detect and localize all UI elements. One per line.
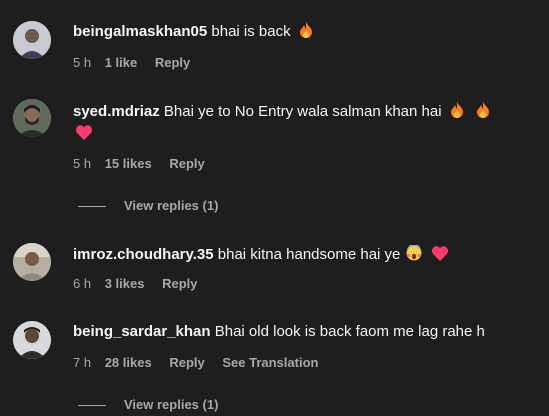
avatar[interactable] [13, 99, 51, 137]
comment-text-line: beingalmaskhan05 bhai is back [73, 22, 313, 44]
comment-meta: 5 h 1 like Reply [73, 55, 204, 71]
view-replies-label: View replies (1) [124, 397, 219, 412]
avatar[interactable] [13, 321, 51, 359]
heart-emoji-icon [431, 246, 448, 267]
comment-time: 6 h [73, 276, 92, 291]
comment-text-line-2 [73, 124, 92, 146]
divider-line [78, 206, 106, 208]
comment-text-line: imroz.choudhary.35 bhai kitna handsome h… [73, 244, 448, 267]
divider-line [78, 405, 106, 407]
comment-meta: 7 h 28 likes Reply See Translation [73, 355, 332, 371]
comment-text: Bhai old look is back faom me lag rahe h [214, 323, 485, 340]
heart-emoji-icon [76, 125, 92, 146]
reply-button[interactable]: Reply [169, 355, 204, 370]
comment-meta: 6 h 3 likes Reply [73, 276, 212, 292]
comment-time: 5 h [73, 156, 92, 171]
comment-username[interactable]: beingalmaskhan05 [73, 23, 207, 40]
likes-count[interactable]: 1 like [105, 55, 138, 70]
avatar[interactable] [13, 21, 51, 59]
reply-button[interactable]: Reply [155, 55, 190, 70]
view-replies-button[interactable]: View replies (1) [78, 397, 218, 413]
reply-button[interactable]: Reply [162, 276, 197, 291]
comment-meta: 5 h 15 likes Reply [73, 156, 219, 172]
view-replies-button[interactable]: View replies (1) [78, 198, 218, 214]
likes-count[interactable]: 15 likes [105, 156, 152, 171]
likes-count[interactable]: 28 likes [105, 355, 152, 370]
comment-time: 5 h [73, 55, 92, 70]
comment-text: bhai is back [211, 23, 291, 40]
comment-text-line: being_sardar_khan Bhai old look is back … [73, 322, 485, 342]
fire-emoji-icon [299, 22, 313, 44]
comment-username[interactable]: imroz.choudhary.35 [73, 246, 214, 263]
comment-username[interactable]: being_sardar_khan [73, 323, 211, 340]
avatar[interactable] [13, 243, 51, 281]
view-replies-label: View replies (1) [124, 198, 219, 213]
comment-username[interactable]: syed.mdriaz [73, 103, 160, 120]
comment-time: 7 h [73, 355, 92, 370]
likes-count[interactable]: 3 likes [105, 276, 145, 291]
reply-button[interactable]: Reply [169, 156, 204, 171]
see-translation-button[interactable]: See Translation [222, 355, 318, 370]
comment-text-line: syed.mdriaz Bhai ye to No Entry wala sal… [73, 102, 490, 124]
comments-list: beingalmaskhan05 bhai is back 5 h 1 like… [0, 0, 549, 416]
fire-emoji-icon [476, 102, 490, 124]
comment-text: Bhai ye to No Entry wala salman khan hai [163, 103, 442, 120]
comment-text: bhai kitna handsome hai ye [217, 246, 401, 263]
face-screaming-emoji-icon [406, 244, 422, 267]
fire-emoji-icon [450, 102, 464, 124]
